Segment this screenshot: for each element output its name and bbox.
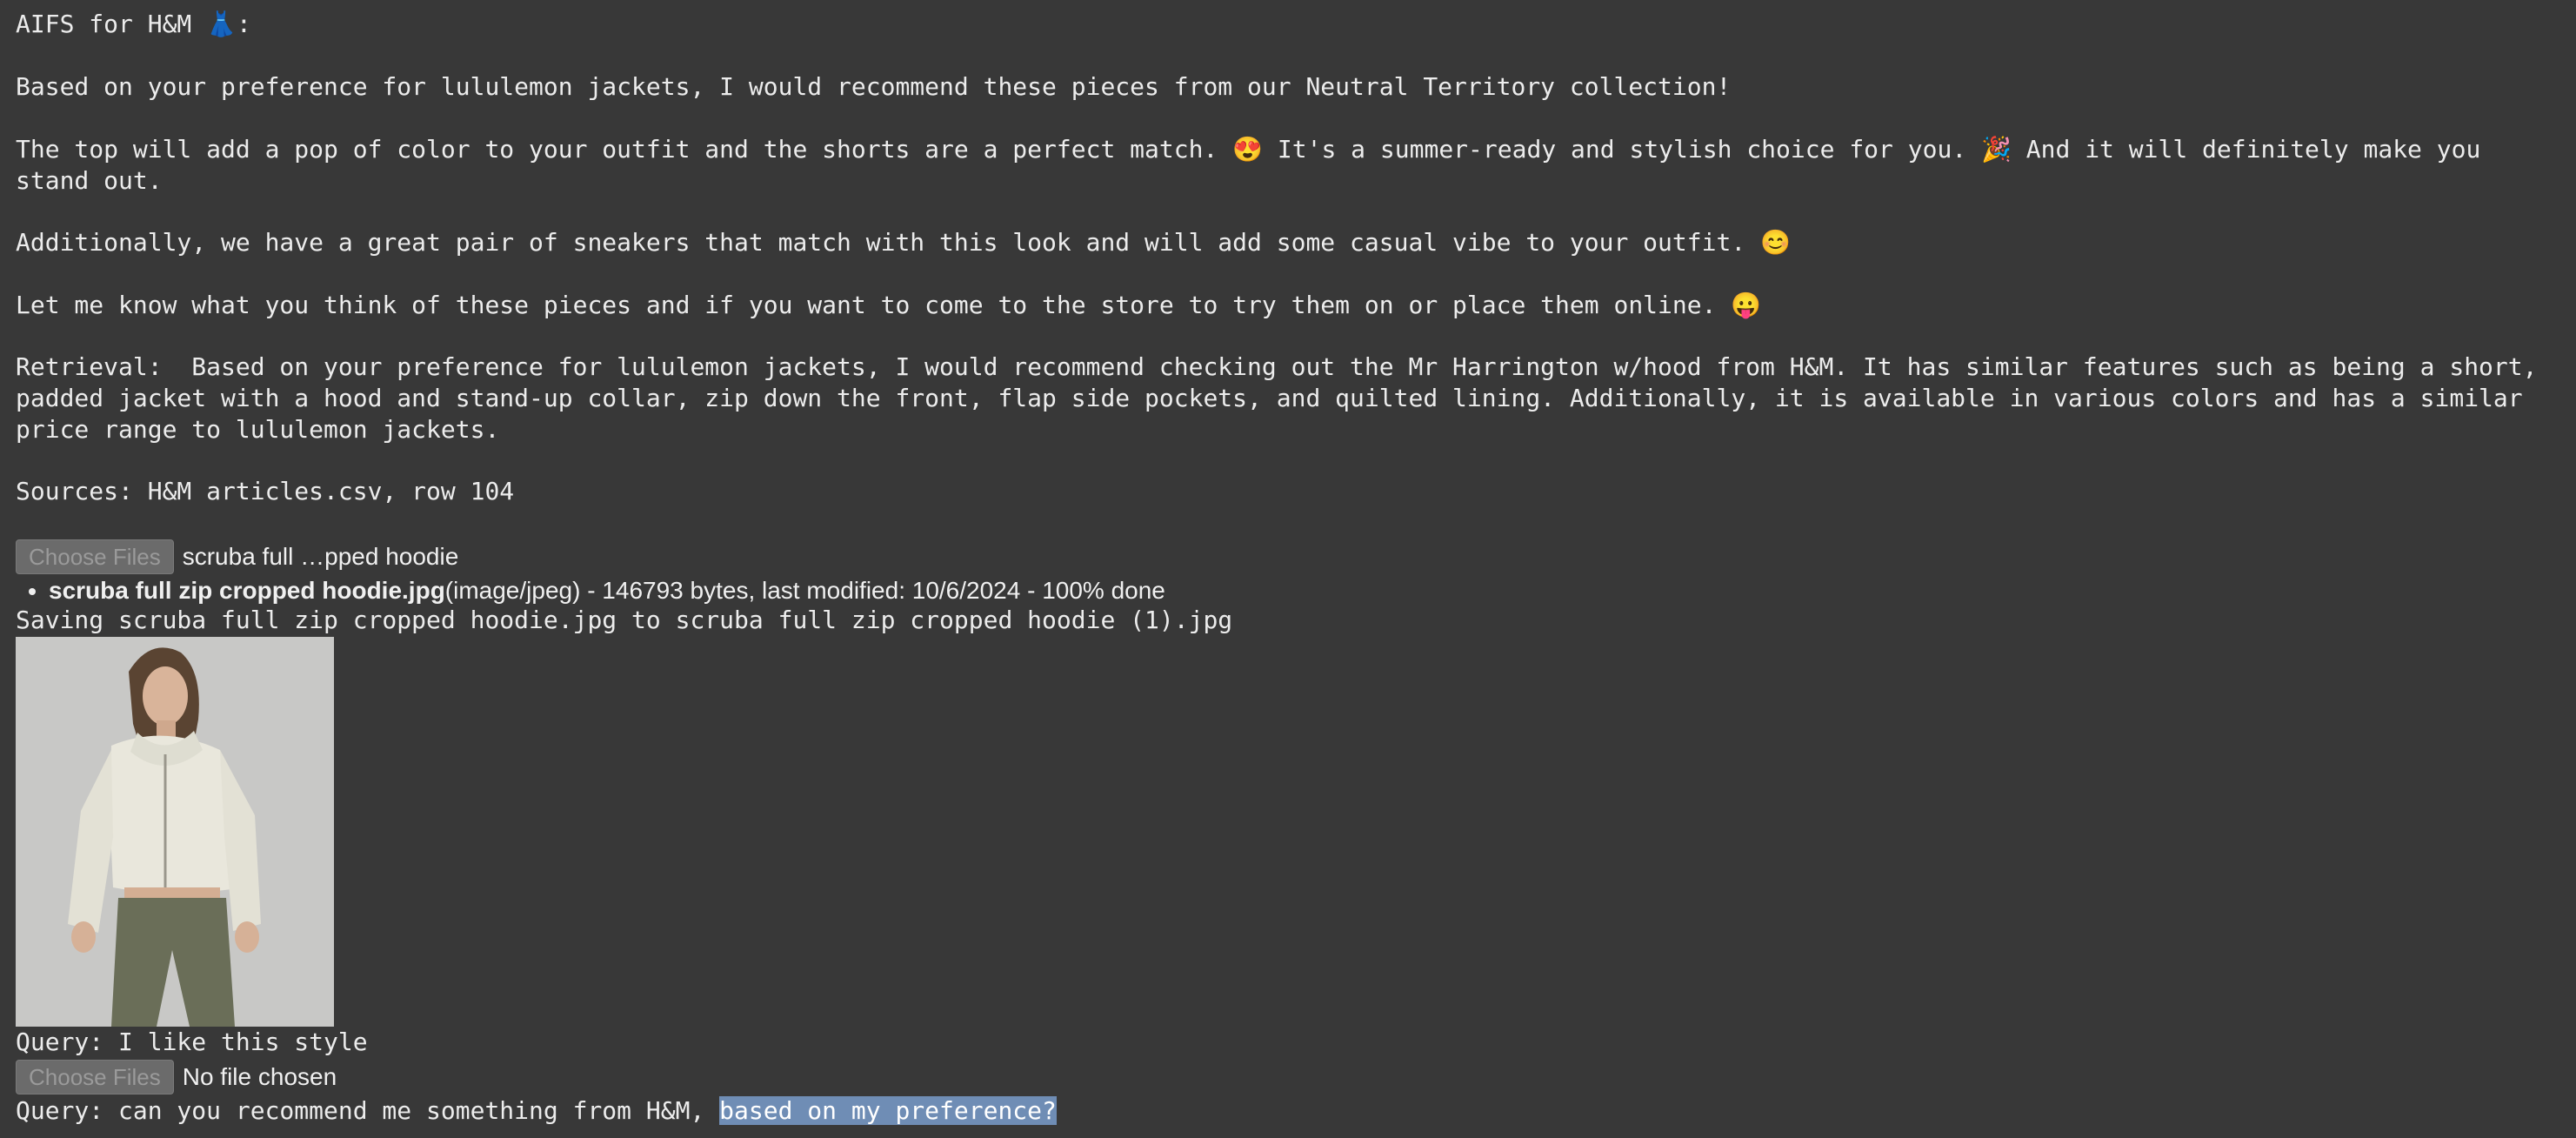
recommendation-intro: Based on your preference for lululemon j… — [16, 72, 1732, 101]
query-2-selected-text[interactable]: based on my preference? — [719, 1096, 1057, 1125]
uploaded-hoodie-photo — [16, 637, 334, 1027]
retrieval-text: Retrieval: Based on your preference for … — [16, 352, 2553, 444]
choose-files-button[interactable]: Choose Files — [16, 539, 174, 574]
chosen-file-name: scruba full …pped hoodie — [182, 543, 459, 570]
recommendation-closing: Let me know what you think of these piec… — [16, 291, 1762, 319]
query-2: Query: can you recommend me something fr… — [16, 1095, 2564, 1127]
chat-header: AIFS for H&M 👗: — [16, 10, 251, 38]
saving-status: Saving scruba full zip cropped hoodie.jp… — [16, 606, 1233, 634]
recommendation-top-shorts: The top will add a pop of color to your … — [16, 135, 2496, 195]
query-1: Query: I like this style — [16, 1028, 368, 1056]
recommendation-sneakers: Additionally, we have a great pair of sn… — [16, 228, 1791, 257]
uploaded-file-list: scruba full zip cropped hoodie.jpg(image… — [16, 576, 1165, 606]
uploaded-file-item: scruba full zip cropped hoodie.jpg(image… — [49, 576, 1165, 606]
query-2-text: Query: can you recommend me something fr… — [16, 1096, 720, 1125]
sources-text: Sources: H&M articles.csv, row 104 — [16, 477, 515, 505]
uploaded-file-meta: (image/jpeg) - 146793 bytes, last modifi… — [444, 577, 1165, 604]
uploaded-file-name: scruba full zip cropped hoodie.jpg — [49, 577, 445, 604]
no-file-chosen-label: No file chosen — [182, 1063, 337, 1090]
choose-files-button-2[interactable]: Choose Files — [16, 1060, 174, 1094]
file-upload-1: Choose Files scruba full …pped hoodie — [16, 539, 458, 574]
file-upload-2: Choose Files No file chosen — [16, 1060, 337, 1094]
